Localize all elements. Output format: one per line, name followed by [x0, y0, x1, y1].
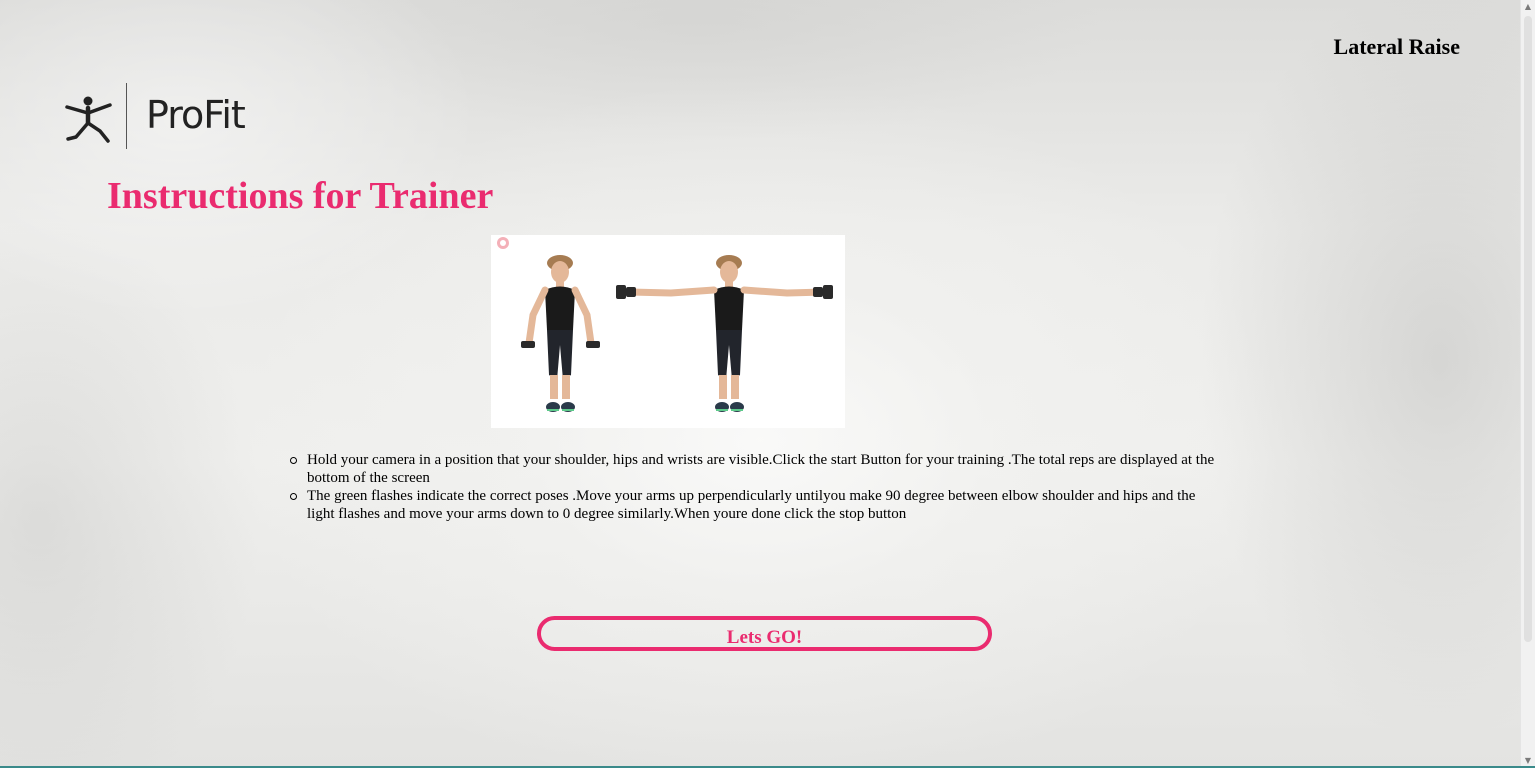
start-button[interactable]: Lets GO!: [537, 616, 992, 651]
instruction-list: Hold your camera in a position that your…: [290, 451, 1217, 523]
instruction-item: Hold your camera in a position that your…: [290, 451, 1217, 487]
exercise-title: Lateral Raise: [1333, 34, 1460, 59]
logo-divider: [126, 83, 127, 149]
profit-logo[interactable]: ProFit: [64, 83, 264, 151]
page-title: Instructions for Trainer: [107, 175, 494, 217]
vertical-scrollbar[interactable]: ▲ ▼: [1520, 0, 1535, 768]
logo-text: ProFit: [146, 93, 246, 137]
yoga-figure-icon: [65, 96, 112, 143]
scroll-up-icon[interactable]: ▲: [1521, 0, 1535, 14]
lateral-raise-image: [491, 235, 845, 428]
instruction-item: The green flashes indicate the correct p…: [290, 487, 1217, 523]
scroll-thumb[interactable]: [1524, 16, 1532, 642]
